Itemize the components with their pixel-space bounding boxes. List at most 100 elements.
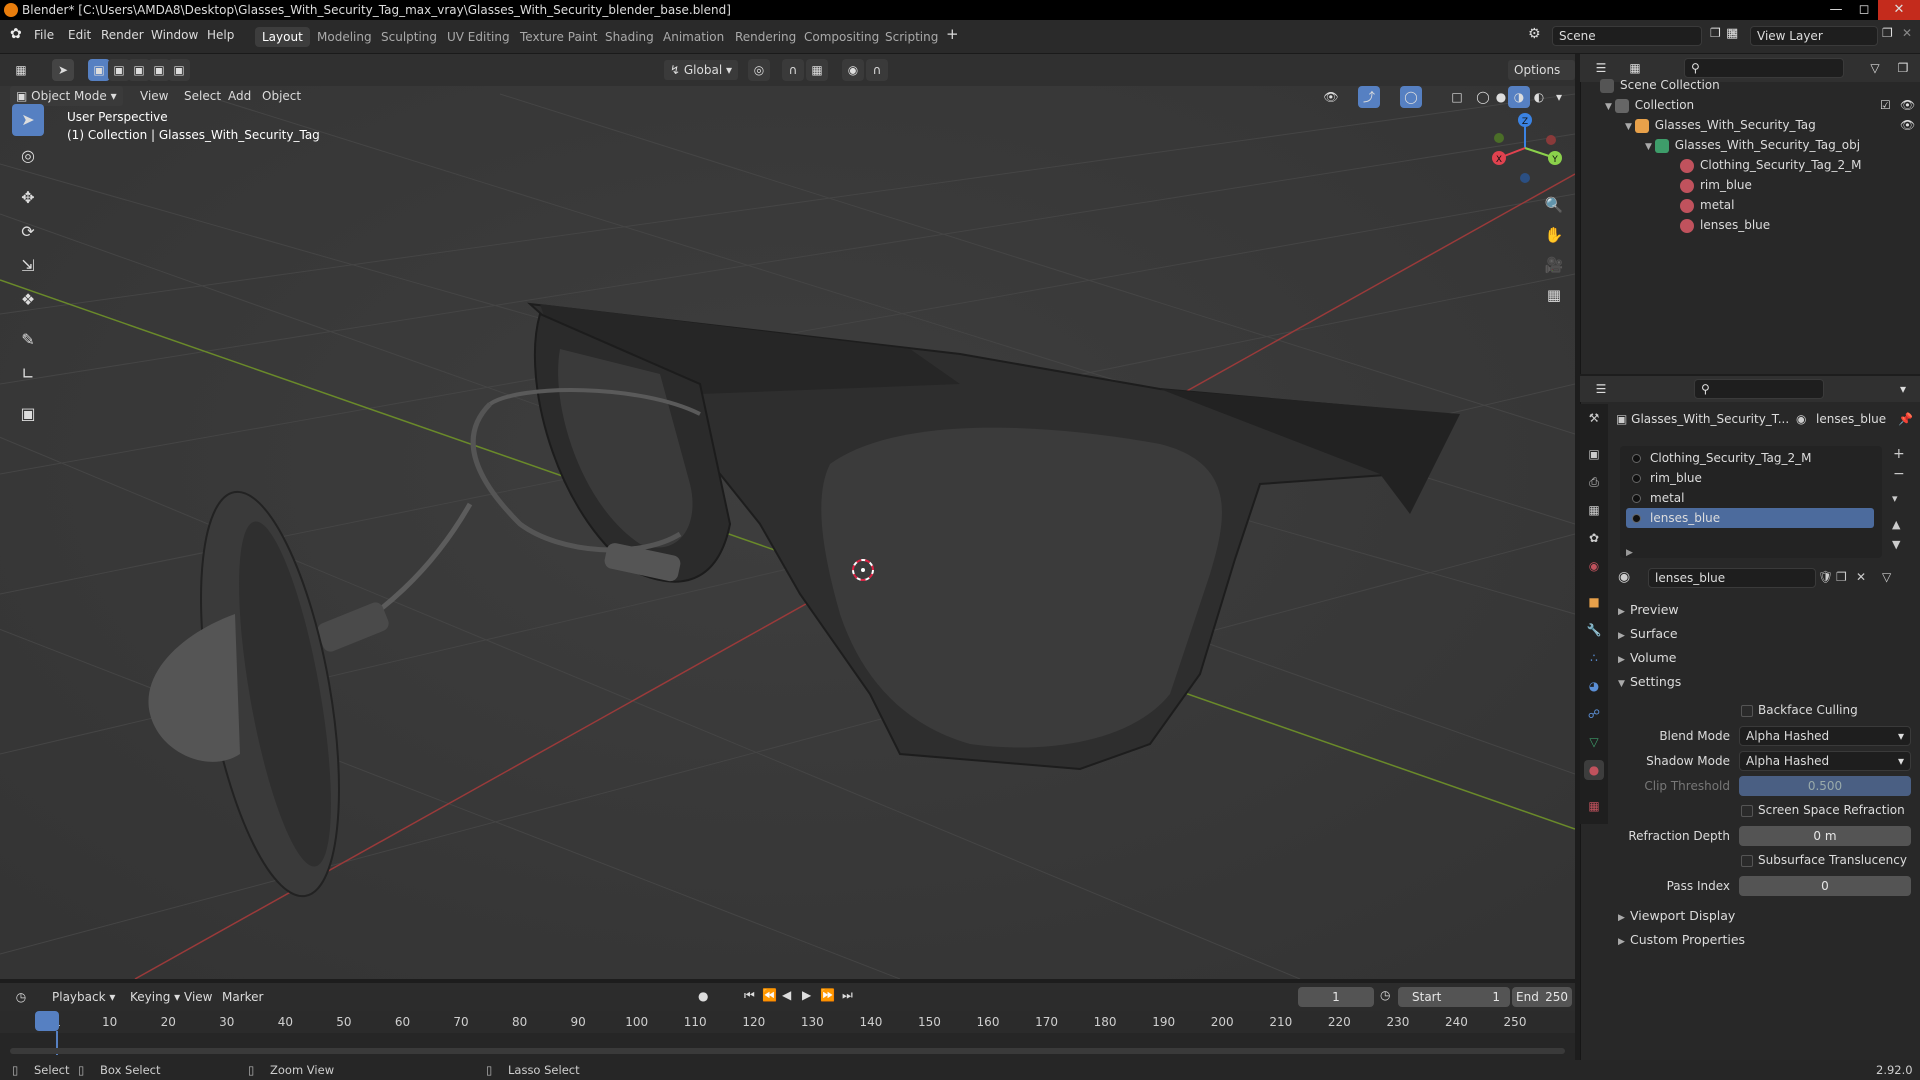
delete-view-layer-icon[interactable]: ✕	[1902, 26, 1912, 40]
render-tab-icon[interactable]: ▣	[1584, 444, 1604, 464]
world-tab-icon[interactable]: ◉	[1584, 556, 1604, 576]
menu-playback[interactable]: Playback ▾	[46, 987, 121, 1007]
tab-modeling[interactable]: Modeling	[310, 27, 379, 47]
scale-tool-icon[interactable]: ⇲	[12, 250, 44, 282]
modifier-tab-icon[interactable]: 🔧	[1584, 620, 1604, 640]
expand-icon[interactable]: ▼	[1645, 142, 1655, 152]
visibility-icon[interactable]: 👁	[1320, 86, 1342, 108]
select-tool-icon[interactable]: ➤	[52, 59, 74, 81]
tab-shading[interactable]: Shading	[598, 27, 661, 47]
navigation-gizmo[interactable]: Z Y X	[1485, 108, 1565, 188]
view-layer-selector[interactable]: View Layer	[1750, 26, 1878, 46]
add-workspace-icon[interactable]: +	[946, 25, 959, 43]
pass-index-field[interactable]: 0	[1739, 876, 1911, 896]
tool-tab-icon[interactable]: ⚒	[1584, 408, 1604, 428]
snap-target-icon[interactable]: ▦	[806, 59, 828, 81]
backface-culling-checkbox[interactable]	[1741, 705, 1753, 717]
blend-mode-dropdown[interactable]: Alpha Hashed ▾	[1739, 726, 1911, 746]
jump-to-start-icon[interactable]: ⏮	[744, 988, 755, 1003]
blender-menu-icon[interactable]: ✿	[10, 26, 22, 42]
view-layer-tab-icon[interactable]: ▦	[1584, 500, 1604, 520]
new-view-layer-icon[interactable]: ❐	[1882, 26, 1893, 40]
menu-timeline-view[interactable]: View	[178, 987, 218, 1007]
current-frame-field[interactable]: 1	[1298, 987, 1374, 1007]
collection-checkbox-icon[interactable]: ☑	[1880, 95, 1891, 115]
properties-search-input[interactable]: ⚲	[1694, 379, 1824, 399]
jump-to-prev-keyframe-icon[interactable]: ⏪	[762, 988, 777, 1002]
menu-select[interactable]: Select	[178, 86, 227, 106]
material-shading-icon[interactable]: ◑	[1508, 86, 1530, 108]
jump-to-next-keyframe-icon[interactable]: ⏩	[820, 988, 835, 1002]
unlink-material-icon[interactable]: ✕	[1856, 570, 1866, 584]
options-dropdown[interactable]: Options ▾	[1508, 60, 1575, 97]
rendered-shading-icon[interactable]: ◐	[1528, 86, 1550, 108]
jump-to-end-icon[interactable]: ⏭	[842, 988, 853, 1003]
editor-type-icon[interactable]: ▦	[10, 59, 32, 81]
section-settings[interactable]: ▼ Settings	[1618, 674, 1681, 689]
xray-toggle-icon[interactable]: □	[1446, 86, 1468, 108]
timeline-scrollbar[interactable]	[10, 1048, 1565, 1054]
3d-viewport[interactable]	[0, 54, 1575, 979]
falloff-icon[interactable]: ∩	[866, 59, 888, 81]
gizmo-toggle-icon[interactable]: ⤴	[1358, 86, 1380, 108]
tab-layout[interactable]: Layout	[255, 27, 310, 47]
tab-scripting[interactable]: Scripting	[878, 27, 945, 47]
menu-add[interactable]: Add	[222, 86, 257, 106]
pivot-point-icon[interactable]: ◎	[748, 59, 770, 81]
duplicate-material-icon[interactable]: ❐	[1836, 570, 1847, 584]
properties-editor-type-icon[interactable]: ☰	[1590, 378, 1612, 400]
subsurface-translucency-checkbox[interactable]	[1741, 855, 1753, 867]
refraction-depth-field[interactable]: 0 m	[1739, 826, 1911, 846]
section-surface[interactable]: ▶ Surface	[1618, 626, 1678, 641]
object-mode-dropdown[interactable]: ▣ Object Mode ▾	[10, 86, 123, 106]
select-mode-intersect-icon[interactable]: ▣	[168, 59, 190, 81]
section-custom-properties[interactable]: ▶ Custom Properties	[1618, 932, 1745, 947]
material-slot[interactable]: metal	[1626, 488, 1874, 508]
maximize-icon[interactable]: ◻	[1850, 0, 1878, 20]
material-slot[interactable]: rim_blue	[1626, 468, 1874, 488]
scene-tab-icon[interactable]: ✿	[1584, 528, 1604, 548]
tab-rendering[interactable]: Rendering	[728, 27, 803, 47]
particles-tab-icon[interactable]: ∴	[1584, 648, 1604, 668]
material-name-field[interactable]: lenses_blue	[1648, 568, 1816, 588]
snap-icon[interactable]: ∩	[782, 59, 804, 81]
menu-object[interactable]: Object	[256, 86, 307, 106]
camera-view-icon[interactable]: 🎥	[1539, 250, 1569, 280]
select-mode-difference-icon[interactable]: ▣	[148, 59, 170, 81]
measure-tool-icon[interactable]: ∟	[12, 358, 44, 390]
scene-icon[interactable]: ⚙	[1528, 26, 1541, 42]
rotate-tool-icon[interactable]: ⟳	[12, 216, 44, 248]
select-mode-subtract-icon[interactable]: ▣	[128, 59, 150, 81]
section-volume[interactable]: ▶ Volume	[1618, 650, 1677, 665]
add-cube-tool-icon[interactable]: ▣	[12, 398, 44, 430]
annotate-tool-icon[interactable]: ✎	[12, 324, 44, 356]
texture-tab-icon[interactable]: ▦	[1584, 796, 1604, 816]
screen-space-refraction-checkbox[interactable]	[1741, 805, 1753, 817]
shadow-mode-dropdown[interactable]: Alpha Hashed ▾	[1739, 751, 1911, 771]
outliner-object[interactable]: ▼ Glasses_With_Security_Tag 👁	[1625, 115, 1920, 135]
outliner-scene-collection[interactable]: Scene Collection	[1600, 75, 1920, 95]
move-tool-icon[interactable]: ✥	[12, 182, 44, 214]
play-icon[interactable]: ▶	[802, 988, 811, 1002]
add-slot-icon[interactable]: +	[1893, 446, 1905, 462]
properties-options-icon[interactable]: ▾	[1892, 378, 1914, 400]
outliner-material[interactable]: metal	[1680, 195, 1920, 215]
tab-sculpting[interactable]: Sculpting	[374, 27, 444, 47]
menu-render[interactable]: Render	[101, 28, 144, 42]
constraints-tab-icon[interactable]: ☍	[1584, 704, 1604, 724]
select-mode-new-icon[interactable]: ▣	[88, 59, 110, 81]
clip-threshold-slider[interactable]: 0.500	[1739, 776, 1911, 796]
playhead-marker[interactable]	[35, 1011, 59, 1031]
remove-slot-icon[interactable]: −	[1893, 466, 1905, 482]
record-keyframe-icon[interactable]: ●	[698, 989, 708, 1003]
zoom-icon[interactable]: 🔍	[1539, 190, 1569, 220]
view-layer-icon[interactable]: ▦	[1726, 26, 1738, 41]
tab-animation[interactable]: Animation	[656, 27, 731, 47]
link-type-icon[interactable]: ▽	[1882, 570, 1891, 584]
tab-compositing[interactable]: Compositing	[797, 27, 886, 47]
object-tab-icon[interactable]: ■	[1584, 592, 1604, 612]
menu-keying[interactable]: Keying ▾	[124, 987, 186, 1007]
move-slot-down-icon[interactable]: ▼	[1892, 538, 1900, 551]
outliner-mesh[interactable]: ▼ Glasses_With_Security_Tag_obj	[1645, 135, 1920, 155]
menu-view[interactable]: View	[134, 86, 174, 106]
